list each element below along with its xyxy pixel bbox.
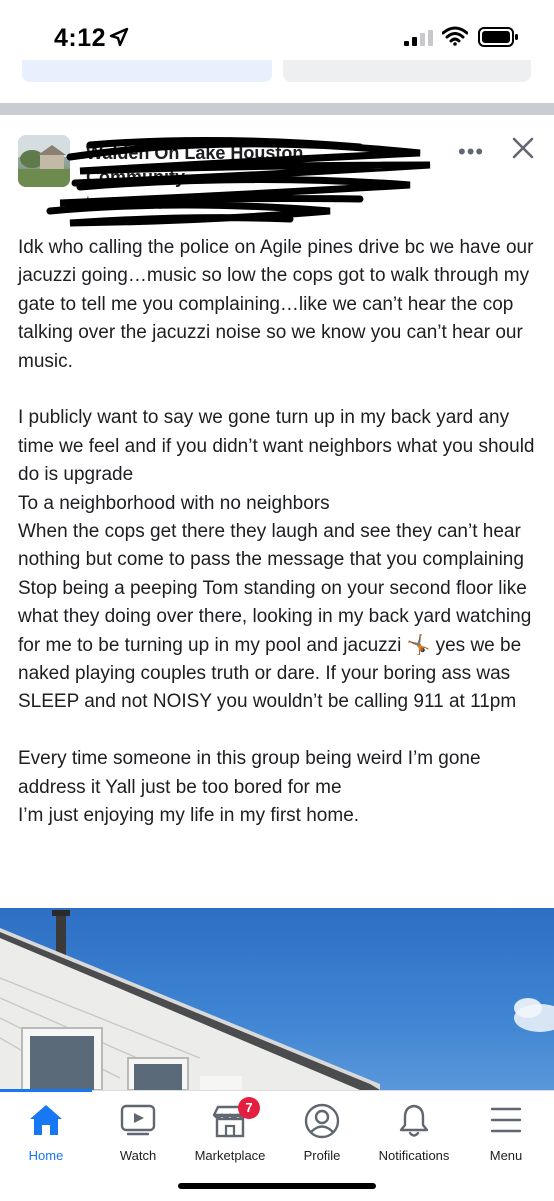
nav-profile[interactable]: Profile (276, 1091, 368, 1171)
nav-profile-label: Profile (303, 1148, 341, 1163)
nav-home-label: Home (28, 1148, 64, 1163)
home-icon (30, 1105, 62, 1135)
nav-marketplace-label: Marketplace (194, 1148, 266, 1163)
menu-icon (490, 1107, 522, 1133)
post-paragraph: Idk who calling the police on Agile pine… (18, 237, 534, 372)
top-right-button[interactable] (283, 60, 531, 82)
post-header: Walden On Lake Houston Community Loren S… (0, 115, 554, 227)
close-icon[interactable] (508, 133, 538, 163)
status-time: 4:12 (54, 24, 107, 52)
post-paragraph: Every time someone in this group being w… (18, 748, 481, 798)
nav-menu[interactable]: Menu (460, 1091, 552, 1171)
nav-notifications-label: Notifications (378, 1148, 450, 1163)
battery-icon (478, 27, 518, 47)
more-options-icon[interactable]: ••• (458, 139, 484, 165)
post-photo[interactable] (0, 908, 554, 1090)
cellular-signal-icon (404, 30, 433, 46)
marketplace-badge: 7 (238, 1097, 260, 1119)
section-divider (0, 103, 554, 115)
nav-menu-label: Menu (489, 1148, 523, 1163)
post-paragraph: I publicly want to say we gone turn up i… (18, 407, 535, 486)
wifi-icon (442, 26, 468, 46)
redaction-scribble (46, 136, 431, 227)
nav-watch[interactable]: Watch (92, 1091, 184, 1171)
house-photo-image (0, 910, 554, 1090)
nav-marketplace[interactable]: 7 Marketplace (184, 1091, 276, 1171)
post-paragraph: I’m just enjoying my life in my first ho… (18, 805, 360, 827)
post-body: Idk who calling the police on Agile pine… (18, 234, 540, 831)
profile-icon (304, 1103, 340, 1139)
location-arrow-icon (109, 27, 129, 47)
nav-watch-label: Watch (119, 1148, 157, 1163)
video-icon (120, 1104, 156, 1136)
bell-icon (399, 1104, 429, 1137)
post-paragraph: Stop being a peeping Tom standing on you… (18, 577, 532, 713)
post-paragraph: When the cops get there they laugh and s… (18, 521, 524, 571)
top-action-buttons (0, 60, 554, 92)
nav-notifications[interactable]: Notifications (368, 1091, 460, 1171)
top-left-button[interactable] (22, 60, 272, 82)
nav-home[interactable]: Home (0, 1091, 92, 1171)
post-paragraph: To a neighborhood with no neighbors (18, 492, 330, 514)
home-indicator[interactable] (178, 1183, 376, 1189)
